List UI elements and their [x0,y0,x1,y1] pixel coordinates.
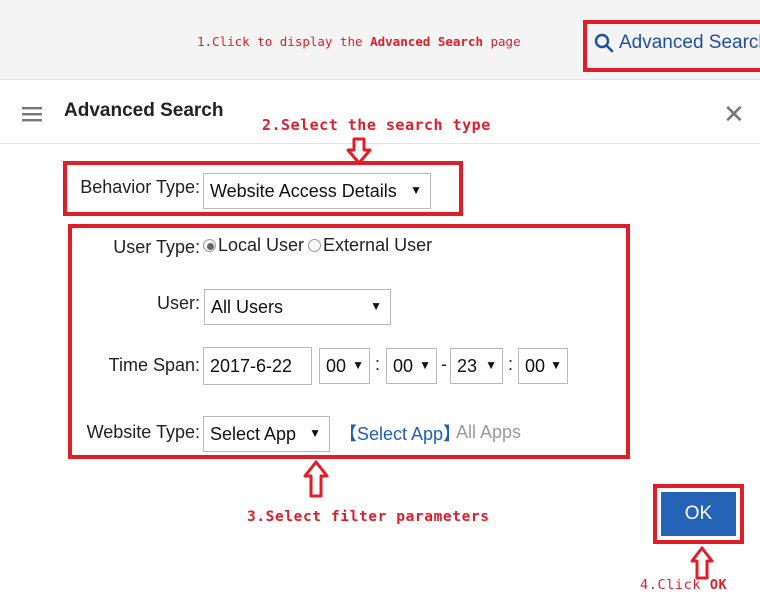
step2-annotation: 2.Select the search type [262,116,491,134]
highlight-behavior-type [63,161,463,216]
menu-icon[interactable] [22,106,42,127]
step1-annotation: 1.Click to display the Advanced Search p… [197,34,521,49]
step4-annotation: 4.Click OK [640,577,728,593]
panel-title: Advanced Search [64,100,224,121]
step3-annotation: 3.Select filter parameters [247,509,490,525]
close-icon[interactable]: ✕ [723,101,745,127]
highlight-advanced-search [583,20,760,72]
highlight-ok-button [653,484,744,544]
step3-arrow-icon [303,460,329,498]
step4-arrow-icon [690,546,714,580]
highlight-filter-parameters [68,224,630,459]
divider [0,143,760,144]
